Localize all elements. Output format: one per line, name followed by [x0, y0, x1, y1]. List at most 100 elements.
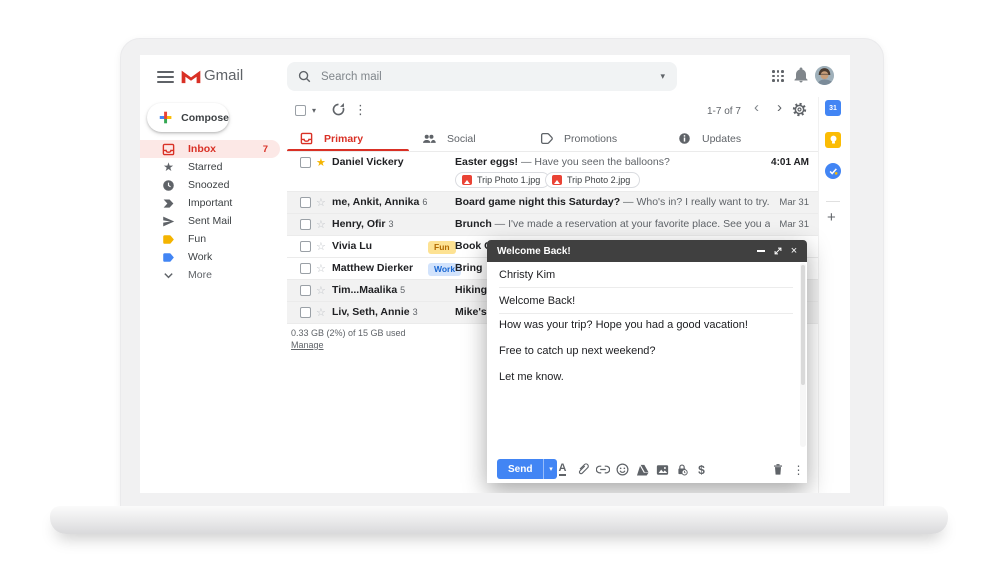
side-panel-divider — [818, 97, 819, 493]
email-sender: me, Ankit, Annika6 — [332, 196, 450, 208]
send-money-icon[interactable]: $ — [694, 462, 709, 477]
email-sender: Tim...Maalika5 — [332, 284, 450, 296]
settings-gear-icon[interactable] — [792, 102, 807, 117]
formatting-options-icon[interactable]: A — [555, 462, 570, 477]
compose-title: Welcome Back! — [497, 246, 571, 257]
sidebar-item-fun[interactable]: Fun — [140, 230, 280, 248]
inbox-icon — [300, 132, 313, 145]
confidential-mode-icon[interactable] — [674, 462, 689, 477]
calendar-icon[interactable]: 31 — [825, 100, 841, 116]
select-caret-icon[interactable]: ▾ — [312, 107, 316, 115]
email-subject: Easter eggs! — Have you seen the balloon… — [455, 156, 770, 168]
storage-usage: 0.33 GB (2%) of 15 GB used — [291, 327, 406, 339]
sidebar-item-snoozed[interactable]: Snoozed — [140, 176, 280, 194]
sidebar-item-work[interactable]: Work — [140, 248, 280, 266]
sidebar-item-inbox[interactable]: Inbox 7 — [140, 140, 280, 158]
email-row[interactable]: ★ Daniel Vickery Easter eggs! — Have you… — [287, 152, 818, 192]
side-panel-separator — [826, 201, 840, 202]
email-snippet: — I've made a reservation at your favori… — [495, 218, 770, 230]
email-time: Mar 31 — [779, 219, 809, 230]
email-subject: Board game night this Saturday? — Who's … — [455, 196, 770, 208]
older-chevron-left-icon[interactable]: ‹ — [754, 100, 759, 115]
send-button[interactable]: Send ▾ — [497, 459, 557, 479]
subject-field[interactable]: Welcome Back! — [499, 288, 793, 314]
star-icon[interactable]: ☆ — [316, 240, 326, 253]
send-plane-icon — [162, 215, 175, 228]
email-row[interactable]: ☆ Henry, Ofir3 Brunch — I've made a rese… — [287, 214, 818, 236]
drive-icon[interactable] — [635, 462, 650, 477]
attachment-chip[interactable]: Trip Photo 1.jpg — [455, 172, 550, 188]
sidebar-item-important[interactable]: Important — [140, 194, 280, 212]
star-icon[interactable]: ☆ — [316, 262, 326, 275]
star-icon[interactable]: ☆ — [316, 218, 326, 231]
search-options-caret-icon[interactable]: ▾ — [660, 72, 665, 81]
star-icon[interactable]: ☆ — [316, 284, 326, 297]
star-icon[interactable]: ☆ — [316, 196, 326, 209]
attachment-chip[interactable]: Trip Photo 2.jpg — [545, 172, 640, 188]
thread-count: 5 — [400, 285, 405, 295]
row-checkbox[interactable] — [300, 219, 311, 230]
sidebar-item-sent[interactable]: Sent Mail — [140, 212, 280, 230]
star-icon[interactable]: ☆ — [316, 306, 326, 319]
inbox-icon — [162, 143, 175, 156]
row-checkbox[interactable] — [300, 307, 311, 318]
discard-draft-trash-icon[interactable] — [770, 462, 785, 477]
row-checkbox[interactable] — [300, 285, 311, 296]
compose-scrollbar[interactable] — [800, 263, 806, 447]
storage-info: 0.33 GB (2%) of 15 GB used Manage — [291, 327, 406, 351]
row-checkbox[interactable] — [300, 157, 311, 168]
close-icon[interactable]: × — [786, 240, 802, 262]
row-checkbox[interactable] — [300, 197, 311, 208]
insert-link-icon[interactable] — [595, 462, 610, 477]
get-addons-plus-icon[interactable]: + — [827, 210, 836, 225]
insert-photo-icon[interactable] — [655, 462, 670, 477]
tasks-icon[interactable] — [825, 163, 841, 179]
recipient-field[interactable]: Christy Kim — [499, 262, 793, 288]
manage-storage-link[interactable]: Manage — [291, 340, 324, 350]
tab-primary[interactable]: Primary — [287, 125, 409, 152]
refresh-icon[interactable] — [331, 102, 346, 117]
row-checkbox[interactable] — [300, 241, 311, 252]
attach-file-icon[interactable] — [575, 462, 590, 477]
sidebar-item-starred[interactable]: ★ Starred — [140, 158, 280, 176]
importance-marker-icon — [162, 197, 175, 210]
more-options-icon[interactable]: ⋮ — [354, 103, 367, 116]
search-bar[interactable]: ▾ — [287, 62, 677, 91]
tab-updates[interactable]: Updates — [665, 125, 785, 152]
email-sender: Liv, Seth, Annie3 — [332, 306, 450, 318]
compose-window: Welcome Back! × Christy Kim Welcome Back… — [487, 240, 807, 483]
row-checkbox[interactable] — [300, 263, 311, 274]
google-apps-icon[interactable] — [772, 70, 784, 82]
thread-count: 6 — [422, 197, 427, 207]
more-send-options-icon[interactable]: ⋮ — [791, 462, 806, 477]
insert-emoji-icon[interactable] — [615, 462, 630, 477]
pagination-label: 1-7 of 7 — [707, 106, 741, 117]
select-all-checkbox[interactable] — [295, 105, 306, 116]
attachment-name: Trip Photo 2.jpg — [567, 175, 630, 185]
minimize-icon[interactable] — [753, 240, 769, 262]
tab-promotions[interactable]: Promotions — [527, 125, 647, 152]
keep-icon[interactable] — [825, 132, 841, 148]
newer-chevron-right-icon[interactable]: › — [777, 100, 782, 115]
star-icon[interactable]: ★ — [316, 156, 326, 169]
email-sender: Henry, Ofir3 — [332, 218, 450, 230]
popout-icon[interactable] — [770, 240, 786, 262]
google-plus-icon — [159, 110, 172, 125]
label-chip-fun[interactable]: Fun — [428, 241, 456, 254]
email-row[interactable]: ☆ me, Ankit, Annika6 Board game night th… — [287, 192, 818, 214]
gmail-logo-icon — [180, 68, 202, 84]
message-body[interactable]: How was your trip? Hope you had a good v… — [499, 318, 787, 396]
compose-button[interactable]: Compose — [147, 103, 229, 132]
main-menu-icon[interactable] — [157, 71, 174, 83]
info-icon — [678, 132, 691, 145]
search-input[interactable] — [321, 62, 641, 91]
laptop-base — [50, 506, 948, 534]
sidebar-item-more[interactable]: More — [140, 266, 280, 284]
people-icon — [422, 132, 436, 145]
label-tag-icon — [162, 233, 175, 246]
photo-attachment-icon — [462, 175, 472, 185]
account-avatar[interactable] — [815, 66, 834, 85]
notifications-bell-icon[interactable] — [793, 67, 809, 83]
clock-icon — [162, 179, 175, 192]
tab-social[interactable]: Social — [409, 125, 527, 152]
